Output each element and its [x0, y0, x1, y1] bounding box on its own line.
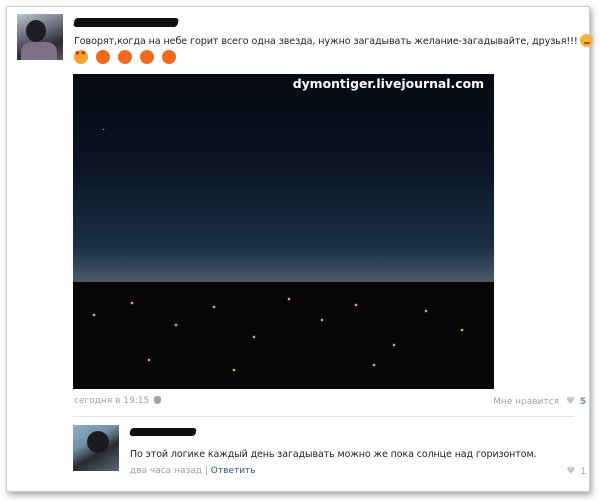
author-avatar[interactable] [17, 14, 63, 60]
post-like-row[interactable]: Мне нравится ♥ 5 [493, 396, 586, 407]
heart-icon[interactable]: ♥ [566, 396, 575, 407]
avatar-face [26, 20, 46, 42]
apple-icon [154, 396, 162, 404]
comment-meta: два часа назад | Ответить [130, 466, 256, 476]
comment-time[interactable]: два часа назад [130, 466, 202, 476]
commenter-avatar[interactable] [73, 425, 119, 471]
post-text: Говорят,когда на небе горит всего одна з… [74, 34, 593, 47]
avatar-face [87, 431, 109, 453]
city-light [93, 314, 95, 316]
avatar-shirt [21, 42, 57, 60]
reply-button[interactable]: Ответить [211, 466, 256, 476]
post-text-content: Говорят,когда на небе горит всего одна з… [74, 36, 578, 47]
city-light [233, 369, 235, 371]
comment-like-count: 1 [580, 467, 586, 477]
heart-icon[interactable]: ♥ [566, 466, 575, 477]
city-light [425, 310, 427, 312]
city-light [461, 329, 463, 331]
meta-separator: | [204, 466, 208, 476]
city-light [253, 336, 255, 338]
comment-like-row[interactable]: ♥ 1 [562, 466, 586, 477]
wink-emoji-icon [579, 34, 593, 47]
commenter-name-redacted[interactable] [129, 428, 197, 436]
city-light [131, 302, 133, 304]
photo-watermark: dymontiger.livejournal.com [292, 76, 484, 91]
city-light [321, 319, 323, 321]
heart-emoji-icon [96, 50, 111, 64]
city-light [373, 364, 375, 366]
post-timestamp-row: сегодня в 19:15 [74, 396, 162, 406]
comment-text: По этой логике каждый день загадывать мо… [130, 449, 537, 460]
city-light [393, 344, 395, 346]
like-count: 5 [579, 397, 586, 407]
heart-emoji-icon [140, 50, 155, 64]
post-photo[interactable]: dymontiger.livejournal.com [73, 74, 494, 389]
author-name-redacted[interactable] [73, 18, 179, 27]
city-light [213, 306, 215, 308]
post-timestamp[interactable]: сегодня в 19:15 [74, 396, 149, 406]
heart-emoji-icon [118, 50, 133, 64]
city-silhouette [73, 281, 494, 389]
heart-emoji-icon [162, 50, 177, 64]
city-light [175, 324, 177, 326]
star [103, 129, 104, 130]
city-light [148, 359, 150, 361]
like-label[interactable]: Мне нравится [493, 397, 559, 407]
city-light [288, 298, 290, 300]
city-light [355, 304, 357, 306]
heart-eyes-emoji-icon [74, 50, 88, 64]
comment-divider [73, 416, 574, 417]
emoji-row [74, 50, 179, 66]
